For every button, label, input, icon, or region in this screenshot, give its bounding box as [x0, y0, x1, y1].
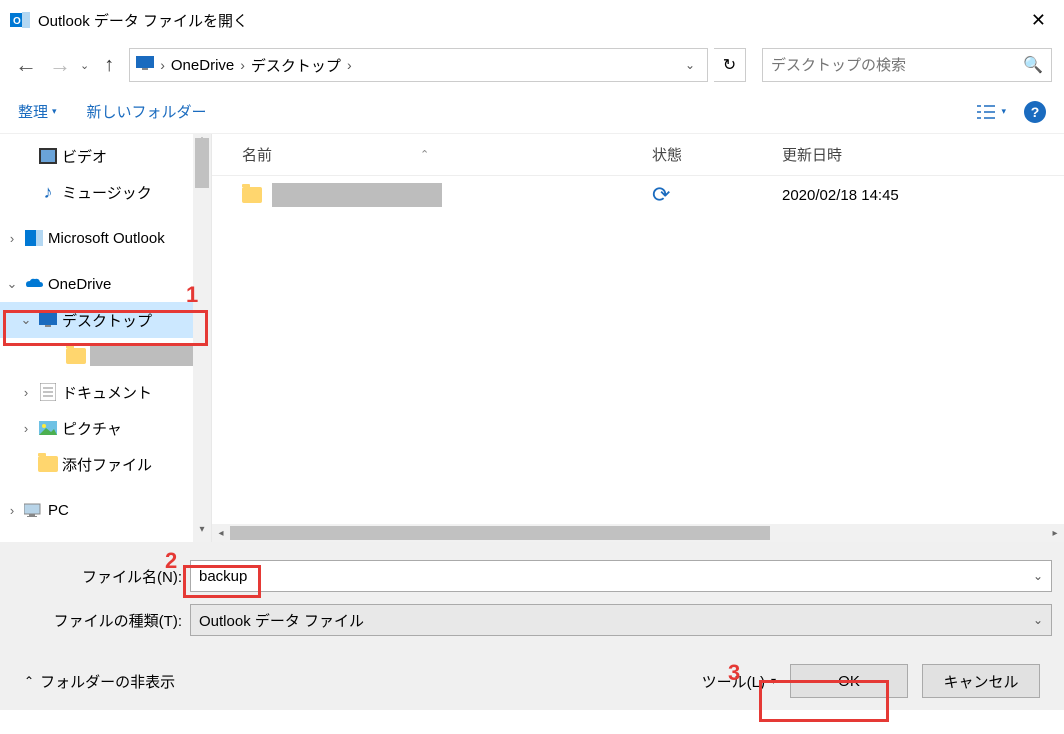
- bottom-panel: ファイル名(N): ⌄ ファイルの種類(T): Outlook データ ファイル…: [0, 542, 1064, 710]
- desktop-icon: [38, 310, 58, 330]
- tools-button[interactable]: ツール(L)▾: [702, 671, 776, 692]
- navbar: ← → ⌄ ↑ › OneDrive › デスクトップ › ⌄ ↻ 🔍: [0, 40, 1064, 90]
- sidebar-scrollbar[interactable]: ▴ ▾: [193, 134, 211, 542]
- tree-item-documents[interactable]: › ドキュメント: [0, 374, 211, 410]
- search-icon[interactable]: 🔍: [1023, 55, 1043, 75]
- tree-label: Microsoft Outlook: [48, 230, 165, 247]
- help-icon[interactable]: ?: [1024, 101, 1046, 123]
- chevron-down-icon[interactable]: ⌄: [1033, 613, 1043, 627]
- scroll-left-icon[interactable]: ◂: [212, 528, 230, 539]
- up-button[interactable]: ↑: [95, 51, 123, 79]
- tree-label: ミュージック: [62, 182, 152, 203]
- breadcrumb-sep: ›: [240, 57, 245, 73]
- tree-item-pictures[interactable]: › ピクチャ: [0, 410, 211, 446]
- svg-text:O: O: [13, 16, 21, 27]
- tree-label: デスクトップ: [62, 310, 152, 331]
- tree-item-subfolder[interactable]: [0, 338, 211, 374]
- video-icon: [38, 146, 58, 166]
- outlook-icon: [24, 228, 44, 248]
- music-icon: ♪: [38, 182, 58, 202]
- folder-icon: [242, 187, 262, 203]
- view-mode-button[interactable]: ▾: [975, 103, 1006, 121]
- new-folder-button[interactable]: 新しいフォルダー: [87, 101, 207, 122]
- folder-hide-toggle[interactable]: ⌃ フォルダーの非表示: [24, 671, 175, 692]
- search-box[interactable]: 🔍: [762, 48, 1052, 82]
- tree-label: OneDrive: [48, 276, 111, 293]
- tree-label: ビデオ: [62, 146, 107, 167]
- folder-icon: [66, 348, 86, 364]
- tree-item-onedrive[interactable]: ⌄ OneDrive: [0, 266, 211, 302]
- sort-icon: ⌃: [420, 148, 429, 161]
- tree-label: 添付ファイル: [62, 454, 152, 475]
- scroll-thumb[interactable]: [195, 138, 209, 188]
- address-bar[interactable]: › OneDrive › デスクトップ › ⌄: [129, 48, 708, 82]
- col-status[interactable]: 状態: [652, 144, 782, 165]
- tree-item-video[interactable]: ビデオ: [0, 138, 211, 174]
- sync-icon: ⟳: [652, 182, 670, 207]
- chevron-up-icon: ⌃: [24, 674, 34, 688]
- filename-combobox[interactable]: ⌄: [190, 560, 1052, 592]
- titlebar: O Outlook データ ファイルを開く ✕: [0, 0, 1064, 40]
- onedrive-icon: [24, 274, 44, 294]
- horizontal-scrollbar[interactable]: ◂ ▸: [212, 524, 1064, 542]
- col-date[interactable]: 更新日時: [782, 144, 1064, 165]
- file-list: 名前⌃ 状態 更新日時 ⟳ 2020/02/18 14:45 ◂ ▸: [212, 134, 1064, 542]
- folder-tree: ビデオ ♪ ミュージック › Microsoft Outlook ⌄ OneDr…: [0, 134, 212, 542]
- chevron-down-icon[interactable]: ⌄: [1033, 569, 1043, 583]
- folder-icon: [38, 456, 58, 472]
- forward-button[interactable]: →: [46, 51, 74, 79]
- tree-item-attach[interactable]: 添付ファイル: [0, 446, 211, 482]
- scroll-down-icon[interactable]: ▾: [193, 524, 211, 542]
- filetype-select[interactable]: Outlook データ ファイル ⌄: [190, 604, 1052, 636]
- tree-item-music[interactable]: ♪ ミュージック: [0, 174, 211, 210]
- redacted-filename: [272, 183, 442, 207]
- picture-icon: [38, 418, 58, 438]
- scroll-right-icon[interactable]: ▸: [1046, 528, 1064, 539]
- filetype-label: ファイルの種類(T):: [12, 610, 190, 631]
- breadcrumb-sep: ›: [160, 57, 165, 73]
- tree-item-pc[interactable]: › PC: [0, 492, 211, 528]
- search-input[interactable]: [771, 57, 1023, 74]
- file-row[interactable]: ⟳ 2020/02/18 14:45: [212, 176, 1064, 214]
- organize-button[interactable]: 整理▾: [18, 101, 57, 122]
- desktop-icon: [136, 56, 154, 74]
- column-headers: 名前⌃ 状態 更新日時: [212, 134, 1064, 176]
- filename-label: ファイル名(N):: [12, 566, 190, 587]
- redacted-label: [90, 346, 200, 366]
- filetype-value: Outlook データ ファイル: [199, 610, 364, 631]
- refresh-button[interactable]: ↻: [714, 48, 746, 82]
- filename-input[interactable]: [199, 568, 1033, 585]
- file-date: 2020/02/18 14:45: [782, 187, 1064, 204]
- breadcrumb-1[interactable]: OneDrive: [171, 57, 234, 74]
- tree-label: ピクチャ: [62, 418, 122, 439]
- ok-button[interactable]: OK: [790, 664, 908, 698]
- back-button[interactable]: ←: [12, 51, 40, 79]
- tree-item-desktop[interactable]: ⌄ デスクトップ: [0, 302, 211, 338]
- tree-label: ドキュメント: [62, 382, 152, 403]
- document-icon: [38, 382, 58, 402]
- toolbar: 整理▾ 新しいフォルダー ▾ ?: [0, 90, 1064, 134]
- scroll-thumb[interactable]: [230, 526, 770, 540]
- window-title: Outlook データ ファイルを開く: [38, 10, 248, 31]
- address-dropdown-icon[interactable]: ⌄: [679, 58, 701, 72]
- breadcrumb-sep: ›: [347, 57, 352, 73]
- cancel-button[interactable]: キャンセル: [922, 664, 1040, 698]
- tree-item-outlook[interactable]: › Microsoft Outlook: [0, 220, 211, 256]
- breadcrumb-2[interactable]: デスクトップ: [251, 55, 341, 76]
- tree-label: PC: [48, 502, 69, 519]
- close-icon[interactable]: ✕: [1023, 10, 1054, 31]
- outlook-app-icon: O: [10, 10, 30, 30]
- pc-icon: [24, 500, 44, 520]
- history-dropdown[interactable]: ⌄: [80, 59, 89, 72]
- col-name[interactable]: 名前⌃: [212, 144, 652, 165]
